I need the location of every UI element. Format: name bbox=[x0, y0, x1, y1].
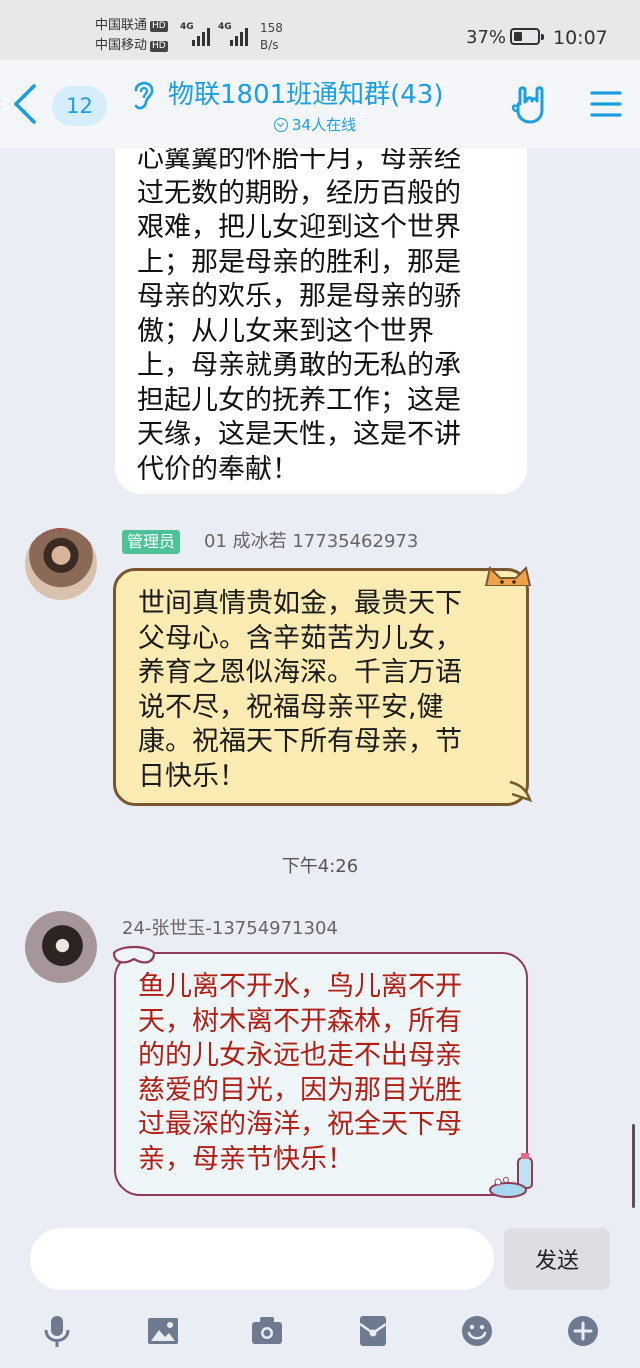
bath-bottle-icon bbox=[489, 1153, 533, 1198]
red-packet-icon[interactable] bbox=[356, 1314, 390, 1348]
message-bubble[interactable]: 心翼翼的怀胎十月，母亲经 过无数的期盼，经历百般的 艰难，把儿女迎到这个世界 上… bbox=[115, 148, 527, 494]
sender-name[interactable]: 24-张世玉-13754971304 bbox=[122, 914, 338, 940]
menu-icon[interactable] bbox=[590, 90, 622, 118]
carrier-2: 中国移动 bbox=[95, 38, 148, 53]
plus-icon[interactable] bbox=[566, 1314, 600, 1348]
hd-badge: HD bbox=[150, 21, 168, 32]
microphone-icon[interactable] bbox=[40, 1314, 74, 1348]
sender-name[interactable]: 01 成冰若 17735462973 bbox=[204, 530, 418, 554]
avatar[interactable] bbox=[25, 911, 97, 983]
message-bubble[interactable]: 鱼儿离不开水，鸟儿离不开 天，树木离不开森林，所有 的的儿女永远也走不出母亲 慈… bbox=[114, 952, 528, 1196]
unread-count-badge[interactable]: 12 bbox=[52, 86, 107, 126]
message-bubble[interactable]: 世间真情贵如金，最贵天下 父母心。含辛茹苦为儿女， 养育之恩似海深。千言万语 说… bbox=[113, 568, 529, 806]
cat-ears-icon bbox=[484, 566, 532, 586]
online-status[interactable]: 34人在线 bbox=[274, 114, 356, 135]
ear-icon[interactable] bbox=[128, 78, 158, 112]
rock-hand-icon[interactable] bbox=[512, 84, 550, 124]
message-input[interactable] bbox=[30, 1228, 494, 1290]
image-icon[interactable] bbox=[146, 1314, 180, 1348]
carrier-info: 中国联通 HD 中国移动 HD bbox=[95, 16, 168, 56]
camera-icon[interactable] bbox=[250, 1314, 284, 1348]
back-arrow-icon[interactable] bbox=[8, 82, 44, 126]
avatar-caption: 闭关ing bbox=[25, 528, 65, 545]
emoji-icon[interactable] bbox=[460, 1314, 494, 1348]
chat-header: 12 物联1801班通知群(43) 34人在线 bbox=[0, 60, 640, 148]
clock: 10:07 bbox=[553, 27, 608, 49]
bubble-curl-icon bbox=[509, 780, 532, 802]
carrier-1: 中国联通 bbox=[95, 18, 148, 33]
hd-badge: HD bbox=[150, 41, 168, 52]
role-badge: 管理员 bbox=[122, 530, 181, 554]
timestamp: 下午4:26 bbox=[281, 856, 359, 877]
input-bar: 发送 bbox=[0, 1210, 640, 1368]
group-title[interactable]: 物联1801班通知群(43) bbox=[168, 74, 444, 111]
scrollbar[interactable] bbox=[632, 1124, 635, 1208]
battery-percent: 37% bbox=[466, 27, 507, 48]
avatar[interactable]: 闭关ing bbox=[25, 528, 97, 600]
goggles-icon bbox=[112, 945, 156, 964]
send-button[interactable]: 发送 bbox=[504, 1228, 610, 1290]
network-speed: 158 B/s bbox=[260, 21, 283, 52]
battery-icon bbox=[510, 28, 544, 45]
chevron-down-icon bbox=[274, 118, 288, 132]
message-list[interactable]: 心翼翼的怀胎十月，母亲经 过无数的期盼，经历百般的 艰难，把儿女迎到这个世界 上… bbox=[0, 148, 640, 1210]
status-bar: 中国联通 HD 中国移动 HD 4G 4G 158 B/s 37% 10:07 bbox=[0, 0, 640, 60]
